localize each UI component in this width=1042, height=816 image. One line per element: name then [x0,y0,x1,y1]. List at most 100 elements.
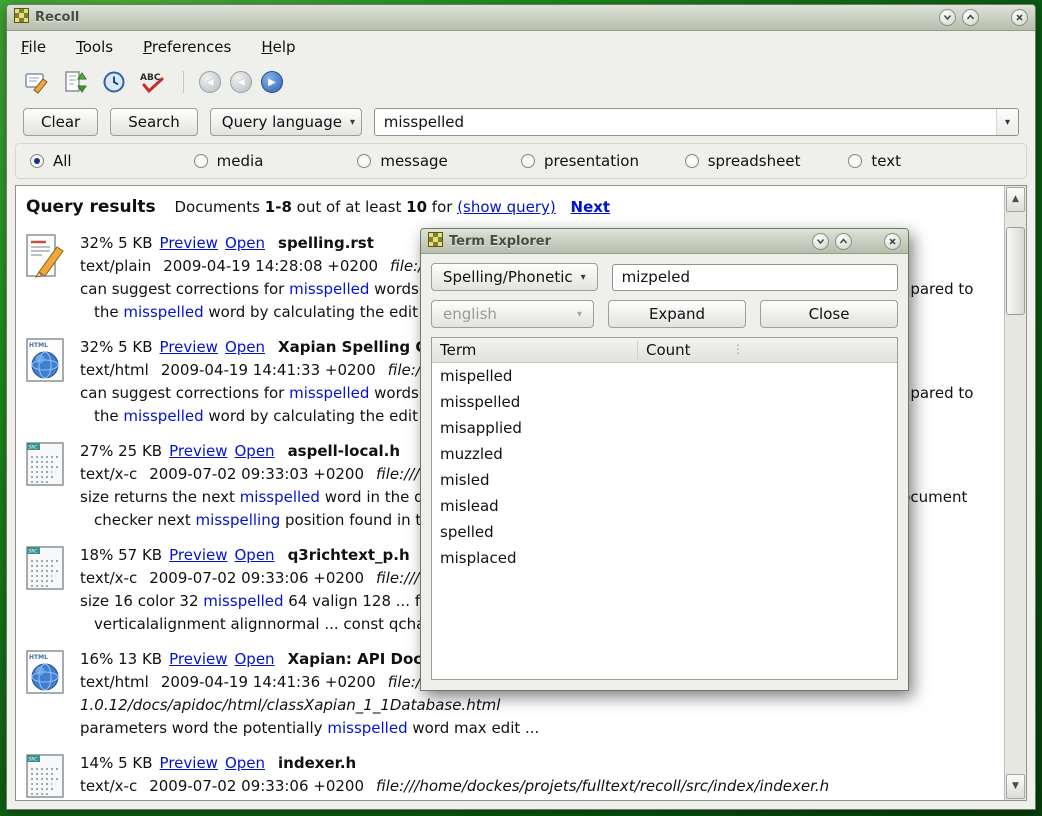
term-search-input[interactable] [612,264,898,291]
term-row[interactable]: muzzled [432,441,897,467]
close-window-icon[interactable] [884,233,901,250]
highlighted-term: misspelled [240,488,320,506]
term-row[interactable]: misapplied [432,415,897,441]
query-language-select[interactable]: Query language ▾ [210,108,362,136]
dialog-titlebar[interactable]: Term Explorer [421,229,908,254]
scrollbar-thumb[interactable] [1006,227,1025,315]
next-page-icon[interactable]: ▶ [261,71,283,93]
term-explorer-icon[interactable]: ABC [138,67,168,97]
chevron-down-icon: ▾ [350,117,355,128]
menu-file[interactable]: File [21,38,46,56]
dialog-body: Spelling/Phonetic ▾ english ▾ Expand Clo… [421,254,908,690]
result-title: q3richtext_p.h [288,546,410,564]
term-row[interactable]: misplaced [432,545,897,571]
result-mime: text/x-c [80,569,137,587]
filter-media[interactable]: media [194,152,358,170]
result-url: file:///home/dockes/projets/fulltext/rec… [376,777,829,795]
query-history-icon[interactable] [99,67,129,97]
result-date: 2009-07-02 09:33:06 +0200 [149,569,364,587]
search-button[interactable]: Search [110,108,198,136]
filter-text[interactable]: text [848,152,1012,170]
close-dialog-button[interactable]: Close [760,300,898,328]
result-item: SRC14% 5 KBPreviewOpenindexer.htext/x-c2… [26,752,990,801]
toolbar: ABC ◀ ◀ ▶ [7,63,1035,101]
dialog-row-top: Spelling/Phonetic ▾ [431,263,898,291]
filter-label: message [380,152,447,170]
scroll-down-icon[interactable]: ▼ [1006,774,1025,799]
sort-by-date-icon[interactable] [60,67,90,97]
shade-window-icon[interactable] [812,233,829,250]
menu-tools[interactable]: Tools [76,38,113,56]
clear-button[interactable]: Clear [23,108,98,136]
column-resize-handle[interactable]: ⋮ [732,342,744,356]
shade-window-icon[interactable] [939,9,956,26]
next-page-link[interactable]: Next [571,198,611,216]
open-link[interactable]: Open [234,546,274,564]
query-history-dropdown-icon[interactable]: ▾ [996,109,1018,135]
preview-link[interactable]: Preview [160,234,218,252]
close-window-icon[interactable] [1011,9,1028,26]
term-cell: spelled [432,523,637,541]
filter-label: presentation [544,152,639,170]
term-row[interactable]: mislead [432,493,897,519]
highlighted-term: misspelled [123,303,203,321]
recoll-app-icon [428,232,443,251]
preview-link[interactable]: Preview [169,442,227,460]
prev-page-icon[interactable]: ◀ [230,71,252,93]
filter-all[interactable]: All [30,152,194,170]
menu-help[interactable]: Help [261,38,295,56]
scrollbar-track[interactable] [1006,213,1025,773]
open-link[interactable]: Open [225,234,265,252]
radio-icon [521,154,535,168]
expansion-mode-value: Spelling/Phonetic [443,268,573,286]
recoll-app-icon [14,8,29,27]
main-titlebar[interactable]: Recoll [7,5,1035,31]
result-mime: text/plain [80,257,151,275]
radio-icon [194,154,208,168]
open-link[interactable]: Open [225,754,265,772]
chevron-down-icon: ▾ [581,272,586,283]
src-doc-icon: SRC [26,544,70,636]
unshade-window-icon[interactable] [835,233,852,250]
preview-link[interactable]: Preview [160,338,218,356]
term-row[interactable]: mispelled [432,363,897,389]
open-link[interactable]: Open [234,650,274,668]
open-link[interactable]: Open [234,442,274,460]
results-count-middle: out of at least [297,198,402,216]
filter-message[interactable]: message [357,152,521,170]
unshade-window-icon[interactable] [962,9,979,26]
first-page-icon[interactable]: ◀ [199,71,221,93]
svg-text:SRC: SRC [29,757,38,763]
term-row[interactable]: spelled [432,519,897,545]
filter-presentation[interactable]: presentation [521,152,685,170]
query-input[interactable] [375,109,996,135]
dialog-row-buttons: english ▾ Expand Close [431,300,898,328]
filter-spreadsheet[interactable]: spreadsheet [685,152,849,170]
term-column-header[interactable]: Term [432,341,637,359]
open-link[interactable]: Open [225,338,265,356]
term-cell: muzzled [432,445,637,463]
preview-link[interactable]: Preview [169,650,227,668]
term-cell: misplaced [432,549,637,567]
term-row[interactable]: misled [432,467,897,493]
result-body: 14% 5 KBPreviewOpenindexer.htext/x-c2009… [80,752,990,801]
menu-preferences[interactable]: Preferences [143,38,231,56]
result-mime: text/x-c [80,465,137,483]
result-date: 2009-07-02 09:33:06 +0200 [149,777,364,795]
highlighted-term: misspelling [196,511,281,529]
preview-link[interactable]: Preview [160,754,218,772]
scroll-up-icon[interactable]: ▲ [1006,187,1025,212]
erase-search-icon[interactable] [21,67,51,97]
count-column-header[interactable]: Count [637,341,897,359]
expand-button[interactable]: Expand [608,300,746,328]
result-meta: text/x-c2009-07-02 09:33:06 +0200file://… [80,775,990,798]
results-scrollbar[interactable]: ▲ ▼ [1004,186,1026,800]
query-combobox[interactable]: ▾ [374,108,1019,136]
language-select[interactable]: english ▾ [431,300,594,328]
term-row[interactable]: misspelled [432,389,897,415]
results-total: 10 [406,198,427,216]
preview-link[interactable]: Preview [169,546,227,564]
show-query-link[interactable]: (show query) [457,198,556,216]
filter-label: All [53,152,72,170]
expansion-mode-select[interactable]: Spelling/Phonetic ▾ [431,263,598,291]
